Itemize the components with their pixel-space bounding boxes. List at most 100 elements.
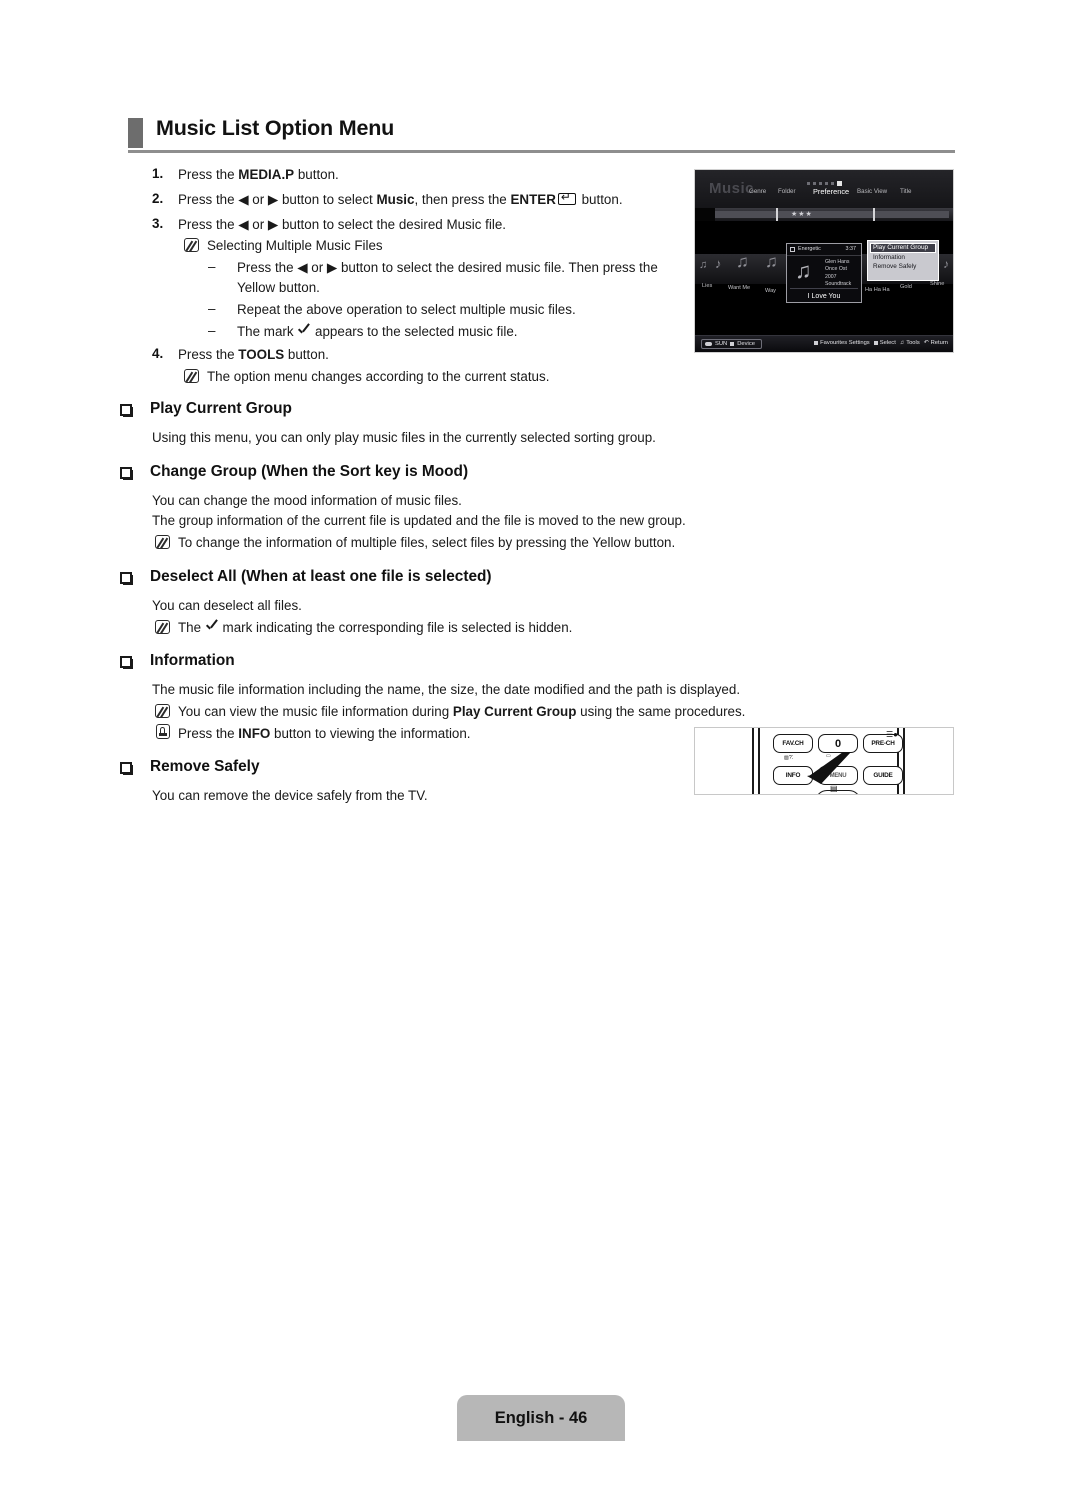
tv-selected-track-card: Energetic 3:37 ♫ Glen Hans Once Ost 2007… (786, 243, 862, 303)
title-accent-bar (128, 118, 143, 148)
section-heading-information: Information (150, 652, 235, 669)
tv-nav-title[interactable]: Title (900, 188, 911, 195)
step-1-number: 1. (152, 166, 164, 181)
section-1-line-0: You can change the mood information of m… (152, 493, 462, 508)
remote-control-image: FAV.CH 0 PRE-CH ☰● ▧?⁚ ▭ INFO MENU GUIDE… (694, 727, 954, 795)
tv-card-meta-artist: Glen Hans (825, 259, 850, 265)
square-icon (814, 341, 819, 345)
tv-menu-item-remove-safely[interactable]: Remove Safely (870, 262, 936, 271)
tv-footer-bar: SUN Device Favourites Settings Select ♫ T… (695, 335, 953, 352)
tv-device-chip[interactable]: SUN Device (701, 339, 762, 349)
button-press-icon (156, 724, 170, 739)
dash-1-line-1: Press the ◀ or ▶ button to select the de… (237, 260, 658, 275)
page-header: Music List Option Menu (128, 116, 955, 156)
tv-dot (825, 182, 828, 185)
music-note-icon: ♫ (765, 252, 778, 271)
subtitle-icon: ▧?⁚ (784, 755, 794, 761)
step-2-number: 2. (152, 191, 164, 206)
step-2-post: button. (577, 192, 623, 207)
section-3-press-bold: INFO (238, 726, 271, 741)
step-4-post: button. (284, 347, 329, 362)
tv-track-label[interactable]: Want Me (728, 285, 750, 291)
tv-footer-actions: Favourites Settings Select ♫ Tools ↶ Retur… (814, 340, 948, 346)
tv-card-meta-year: 2007 (825, 273, 837, 280)
tv-progress-bar: ★★★ (695, 208, 953, 221)
option-menu-changes-text: The option menu changes according to the… (207, 369, 550, 384)
step-4-pre: Press the (178, 347, 239, 362)
tv-menu-item-play-current-group[interactable]: Play Current Group (870, 243, 936, 253)
tv-nav-basic-view[interactable]: Basic View (857, 188, 887, 195)
dash-1-marker: – (208, 259, 216, 274)
enter-key-icon (557, 190, 576, 205)
tv-card-title: I Love You (807, 293, 841, 300)
tv-nav-preference[interactable]: Preference (813, 187, 849, 196)
section-bullet (120, 572, 133, 585)
step-2-bold: Music (376, 192, 415, 207)
music-note-icon: ♫ (795, 258, 812, 283)
note-icon (184, 369, 199, 383)
dash-3-text: The mark appears to the selected music f… (237, 323, 518, 340)
tv-action-select[interactable]: Select (873, 340, 896, 346)
section-3-note: You can view the music file information … (178, 703, 745, 720)
step-1-bold: MEDIA.P (238, 167, 295, 182)
section-3-line-0: The music file information including the… (152, 682, 741, 697)
section-3-press-note: Press the INFO button to viewing the inf… (178, 725, 471, 742)
section-2-note-post: mark indicating the corresponding file i… (222, 620, 573, 635)
tv-track-label[interactable]: Shine (930, 281, 944, 287)
tv-rating-stars: ★★★ (791, 211, 813, 218)
tv-dot (831, 182, 834, 185)
tv-action-favourites[interactable]: Favourites Settings (814, 340, 870, 346)
section-heading-change-group: Change Group (When the Sort key is Mood) (150, 463, 469, 480)
tv-dot-active (837, 181, 842, 186)
note-icon (155, 620, 170, 634)
tv-action-return[interactable]: ↶ Return (924, 340, 948, 346)
tools-icon: ♫ (899, 340, 905, 346)
tv-device-label: Device (737, 341, 755, 347)
tv-nav-folder[interactable]: Folder (778, 188, 796, 195)
selecting-multiple-label: Selecting Multiple Music Files (207, 238, 383, 253)
dash-2-marker: – (208, 301, 216, 316)
remote-nav-ring[interactable] (815, 790, 861, 794)
return-icon: ↶ (923, 340, 929, 346)
music-note-icon: ♪ (715, 256, 722, 271)
tv-track-label[interactable]: Gold (900, 284, 912, 290)
usb-icon (705, 342, 712, 346)
section-bullet (120, 656, 133, 669)
dash-3-pre: The mark (237, 324, 294, 339)
music-note-icon: ♫ (699, 259, 708, 271)
section-3-note-post: using the same procedures. (576, 704, 746, 719)
step-2-text: Press the ◀ or ▶ button to select Music,… (178, 190, 623, 208)
section-1-note: To change the information of multiple fi… (178, 535, 676, 550)
tv-nav-genre[interactable]: Genre (749, 188, 766, 195)
step-1-text: Press the MEDIA.P button. (178, 166, 339, 183)
note-icon (155, 704, 170, 718)
step-2-mid: , then press the (414, 192, 511, 207)
remote-right-edge (903, 728, 905, 794)
tv-track-label[interactable]: Ha Ha Ha (865, 287, 890, 293)
tv-action-tools[interactable]: ♫ Tools (900, 340, 920, 346)
square-icon (873, 341, 878, 345)
music-note-icon: ♫ (736, 252, 749, 271)
remote-button-guide[interactable]: GUIDE (863, 766, 903, 785)
step-2-bold2: ENTER (510, 192, 556, 207)
tv-card-meta-album: Once Ost (825, 266, 847, 273)
step-2-pre: Press the ◀ or ▶ button to select (178, 192, 377, 207)
section-bullet (120, 404, 133, 417)
dash-1-line-2: Yellow button. (237, 280, 320, 295)
checkmark-icon (297, 325, 311, 337)
dash-2-text: Repeat the above operation to select mul… (237, 302, 576, 317)
tv-dot (819, 182, 822, 185)
tv-menu-item-information[interactable]: Information (870, 253, 936, 262)
tv-page-dots (807, 181, 842, 186)
section-2-note-pre: The (178, 620, 202, 635)
tv-card-mood: Energetic (798, 246, 821, 252)
tv-dot (813, 182, 816, 185)
square-icon (730, 342, 735, 346)
tv-track-label[interactable]: Lies (702, 283, 712, 289)
tv-tools-option-menu: Play Current Group Information Remove Sa… (867, 240, 939, 281)
section-heading-deselect-all: Deselect All (When at least one file is … (150, 568, 492, 585)
page-number-label: English - 46 (494, 1408, 588, 1427)
tv-card-checkbox[interactable] (790, 247, 795, 252)
section-bullet (120, 762, 133, 775)
tv-track-label[interactable]: Way (765, 288, 776, 294)
